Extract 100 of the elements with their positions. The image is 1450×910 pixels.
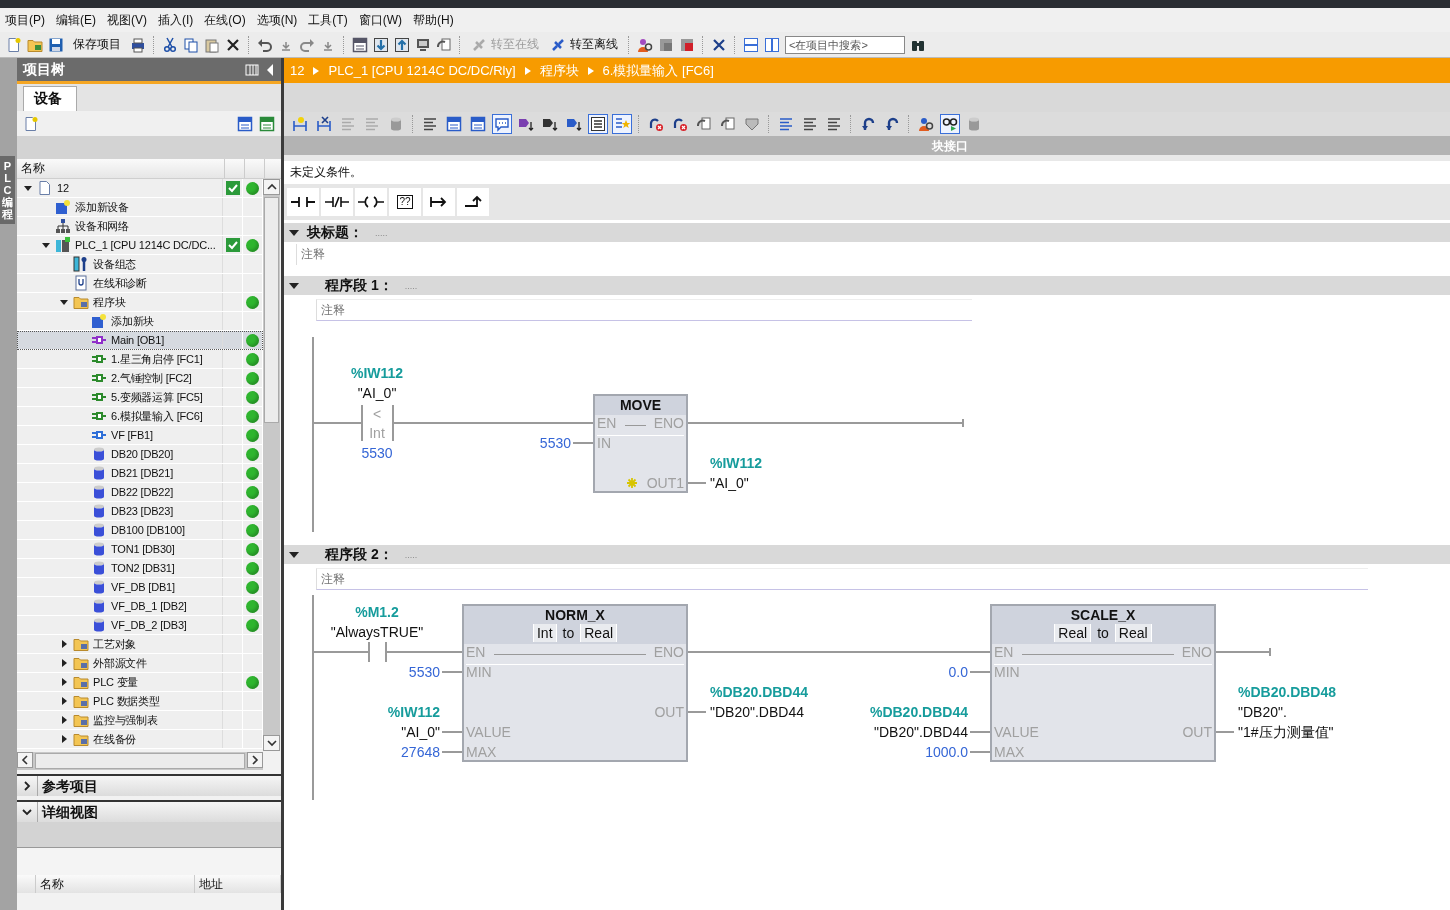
tree-item[interactable]: DB100 [DB100] <box>17 521 263 540</box>
tree-item[interactable]: 5.变频器运算 [FC5] <box>17 388 263 407</box>
menu-item[interactable]: 工具(T) <box>305 11 356 29</box>
toolbar-button[interactable] <box>444 114 464 134</box>
scrollbar-thumb[interactable] <box>264 197 279 423</box>
collapse-left-icon[interactable] <box>265 62 275 77</box>
panel-tab[interactable]: 设备 <box>23 86 77 111</box>
cut-icon[interactable] <box>162 36 178 53</box>
collapsed-arrow-icon[interactable] <box>59 696 69 706</box>
collapsed-arrow-icon[interactable] <box>59 734 69 744</box>
paste-icon[interactable] <box>204 36 220 53</box>
instruction-button[interactable]: ?? <box>389 188 421 216</box>
tree-item[interactable]: PLC 数据类型 <box>17 692 263 711</box>
split-vertical-icon[interactable] <box>764 36 780 53</box>
copy-icon[interactable] <box>183 36 199 53</box>
compare-contact-drawing[interactable] <box>361 404 394 442</box>
tree-item[interactable]: TON2 [DB31] <box>17 559 263 578</box>
menu-item[interactable]: 选项(N) <box>253 11 306 29</box>
toolbar-button[interactable] <box>314 114 334 134</box>
tree-item[interactable]: 6.模拟量输入 [FC6] <box>17 407 263 426</box>
collapse-arrow-icon[interactable] <box>289 549 299 560</box>
go-offline-button[interactable]: 转至离线 <box>547 36 621 53</box>
tree-item[interactable]: 设备组态 <box>17 255 263 274</box>
person-search-icon[interactable] <box>637 36 653 53</box>
tree-item[interactable]: VF_DB_2 [DB3] <box>17 616 263 635</box>
column-header[interactable]: 名称 <box>36 875 195 893</box>
vertical-scrollbar[interactable] <box>263 179 280 751</box>
block-title-header[interactable]: 块标题： ..... <box>284 223 1450 242</box>
expanded-arrow-icon[interactable] <box>41 240 51 250</box>
menu-item[interactable]: 插入(I) <box>155 11 202 29</box>
collapse-arrow-icon[interactable] <box>289 227 299 238</box>
tree-item[interactable]: 添加新设备 <box>17 198 263 217</box>
cross-icon[interactable] <box>711 36 727 53</box>
column-header[interactable]: 地址 <box>195 875 281 893</box>
new-document-icon[interactable] <box>23 115 39 132</box>
tree-item[interactable]: VF [FB1] <box>17 426 263 445</box>
instruction-button[interactable] <box>287 188 319 216</box>
tree-item[interactable]: 添加新块 <box>17 312 263 331</box>
toolbar-button[interactable] <box>468 114 488 134</box>
panel-icon[interactable] <box>679 36 695 53</box>
contact-drawing[interactable] <box>368 641 387 663</box>
panel-icon[interactable] <box>658 36 674 53</box>
tree-item[interactable]: DB22 [DB22] <box>17 483 263 502</box>
tree-item[interactable]: DB23 [DB23] <box>17 502 263 521</box>
page-arrow-icon[interactable] <box>436 36 452 53</box>
tree-item[interactable]: Main [OB1] <box>17 331 263 350</box>
network-header[interactable]: 程序段 1： ..... <box>284 276 1450 295</box>
collapsed-arrow-icon[interactable] <box>59 658 69 668</box>
save-icon[interactable] <box>48 36 64 53</box>
chevron-down-icon[interactable] <box>22 807 32 817</box>
save-project-button[interactable]: 保存项目 <box>69 36 125 53</box>
data-type[interactable]: Real <box>1114 624 1152 642</box>
tree-item[interactable]: PLC 变量 <box>17 673 263 692</box>
tree-item[interactable]: VF_DB_1 [DB2] <box>17 597 263 616</box>
scroll-right-button[interactable] <box>247 752 263 768</box>
scroll-down-button[interactable] <box>263 735 280 751</box>
horizontal-scrollbar[interactable] <box>17 752 263 770</box>
table-icon[interactable] <box>237 115 253 132</box>
menu-item[interactable]: 在线(O) <box>201 11 254 29</box>
search-field[interactable]: <在项目中搜索> <box>785 35 905 54</box>
download-icon[interactable] <box>373 36 389 53</box>
tree-item[interactable]: 工艺对象 <box>17 635 263 654</box>
tree-item[interactable]: 在线备份 <box>17 730 263 749</box>
window-icon[interactable] <box>352 36 368 53</box>
tree-item[interactable]: DB21 [DB21] <box>17 464 263 483</box>
side-tab[interactable]: PLC 编程 <box>0 156 15 225</box>
tree-item[interactable]: 12 <box>17 179 263 198</box>
menu-item[interactable]: 视图(V) <box>104 11 155 29</box>
tree-item[interactable]: VF_DB [DB1] <box>17 578 263 597</box>
section-header[interactable]: 详细视图 <box>17 800 281 822</box>
data-type[interactable]: Int <box>532 624 557 642</box>
network-header[interactable]: 程序段 2： ..... <box>284 545 1450 564</box>
tree-item[interactable]: TON1 [DB30] <box>17 540 263 559</box>
tree-item[interactable]: 设备和网络 <box>17 217 263 236</box>
data-type[interactable]: Real <box>1054 624 1092 642</box>
chevron-right-icon[interactable] <box>22 781 32 791</box>
expanded-arrow-icon[interactable] <box>23 183 33 193</box>
tree-item[interactable]: 程序块 <box>17 293 263 312</box>
collapsed-arrow-icon[interactable] <box>59 715 69 725</box>
delete-icon[interactable] <box>225 36 241 53</box>
instruction-button[interactable] <box>423 188 455 216</box>
tree-item[interactable]: 监控与强制表 <box>17 711 263 730</box>
expanded-arrow-icon[interactable] <box>59 297 69 307</box>
menu-item[interactable]: 编辑(E) <box>53 11 104 29</box>
collapse-arrow-icon[interactable] <box>289 280 299 291</box>
redo-icon[interactable] <box>299 36 315 53</box>
new-document-icon[interactable] <box>6 36 22 53</box>
printer-icon[interactable] <box>130 36 146 53</box>
toolbar-button[interactable] <box>588 114 608 134</box>
menu-item[interactable]: 窗口(W) <box>355 11 410 29</box>
scroll-left-button[interactable] <box>17 752 33 768</box>
tree-item[interactable]: 1.星三角启停 [FC1] <box>17 350 263 369</box>
comment-field[interactable]: 注释 <box>316 568 1368 590</box>
data-type[interactable]: Real <box>580 624 618 642</box>
instruction-button[interactable] <box>321 188 353 216</box>
upload-icon[interactable] <box>394 36 410 53</box>
collapsed-arrow-icon[interactable] <box>59 677 69 687</box>
split-horizontal-icon[interactable] <box>743 36 759 53</box>
tree-item[interactable]: PLC_1 [CPU 1214C DC/DC... <box>17 236 263 255</box>
tree-item[interactable]: 外部源文件 <box>17 654 263 673</box>
